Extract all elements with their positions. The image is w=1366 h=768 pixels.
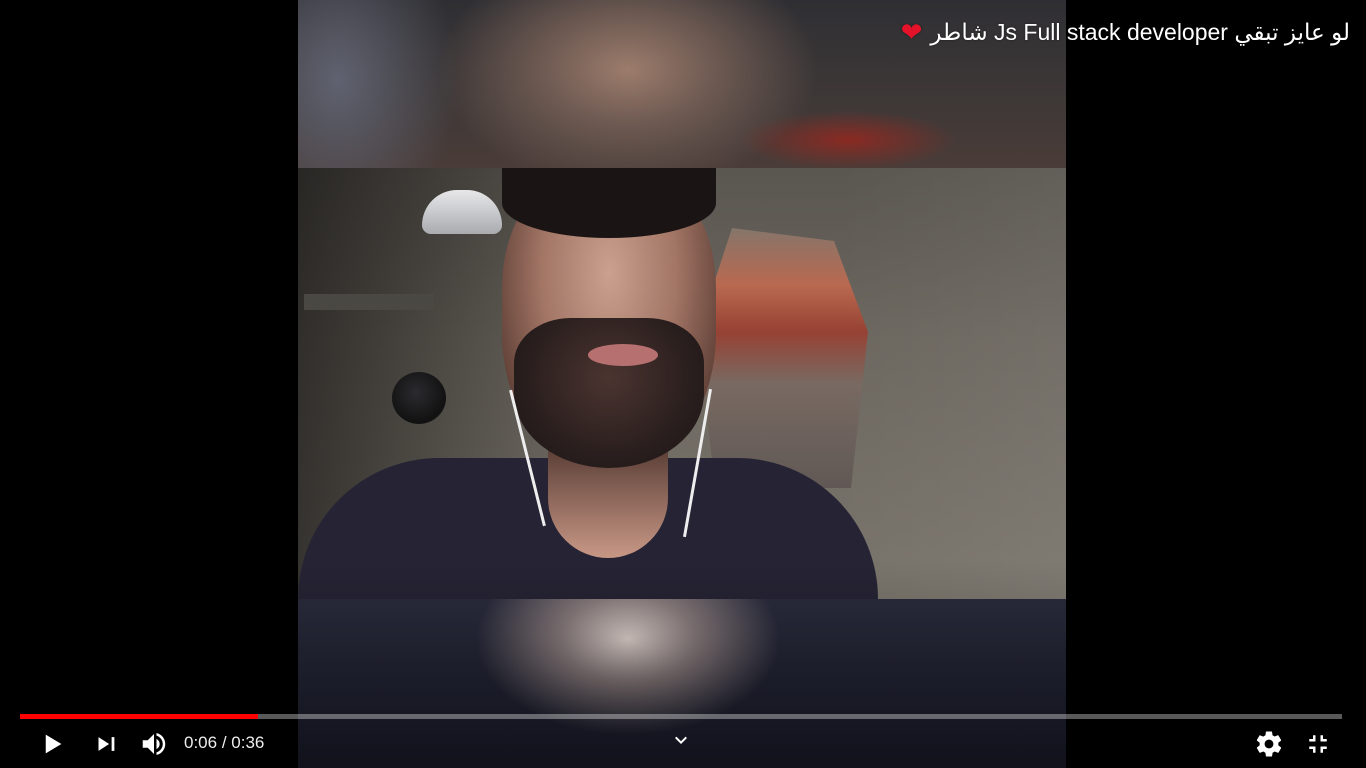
gear-icon [1256, 731, 1282, 757]
volume-icon [142, 733, 166, 755]
play-button[interactable] [30, 722, 74, 766]
expand-chevron-button[interactable] [659, 718, 703, 762]
exit-fullscreen-icon [1309, 735, 1327, 753]
heart-icon: ❤ [900, 17, 923, 47]
settings-button[interactable] [1247, 722, 1291, 766]
book-shelf [698, 228, 868, 488]
current-time: 0:06 [184, 733, 218, 752]
next-button[interactable] [84, 722, 128, 766]
chevron-down-icon [675, 736, 687, 744]
play-icon [45, 734, 62, 754]
video-title-text: لو عايز تبقي Js Full stack developer شاط… [930, 19, 1350, 45]
exit-fullscreen-button[interactable] [1296, 722, 1340, 766]
ceiling-lamp [422, 190, 502, 234]
person-beard [514, 318, 704, 468]
wall-rail [304, 294, 434, 310]
time-display: 0:06 / 0:36 [184, 722, 264, 766]
video-content [298, 168, 1066, 599]
wall-clock [392, 372, 446, 424]
person-mouth [588, 344, 658, 366]
video-title[interactable]: ❤ لو عايز تبقي Js Full stack developer ش… [901, 16, 1350, 48]
next-icon [98, 737, 115, 751]
person-hair [502, 168, 716, 238]
volume-button[interactable] [132, 722, 176, 766]
time-separator: / [217, 733, 232, 752]
video-player[interactable]: ❤ لو عايز تبقي Js Full stack developer ش… [0, 0, 1366, 768]
duration: 0:36 [231, 733, 265, 752]
control-bar: 0:06 / 0:36 [0, 722, 1366, 766]
progress-played [20, 714, 258, 719]
